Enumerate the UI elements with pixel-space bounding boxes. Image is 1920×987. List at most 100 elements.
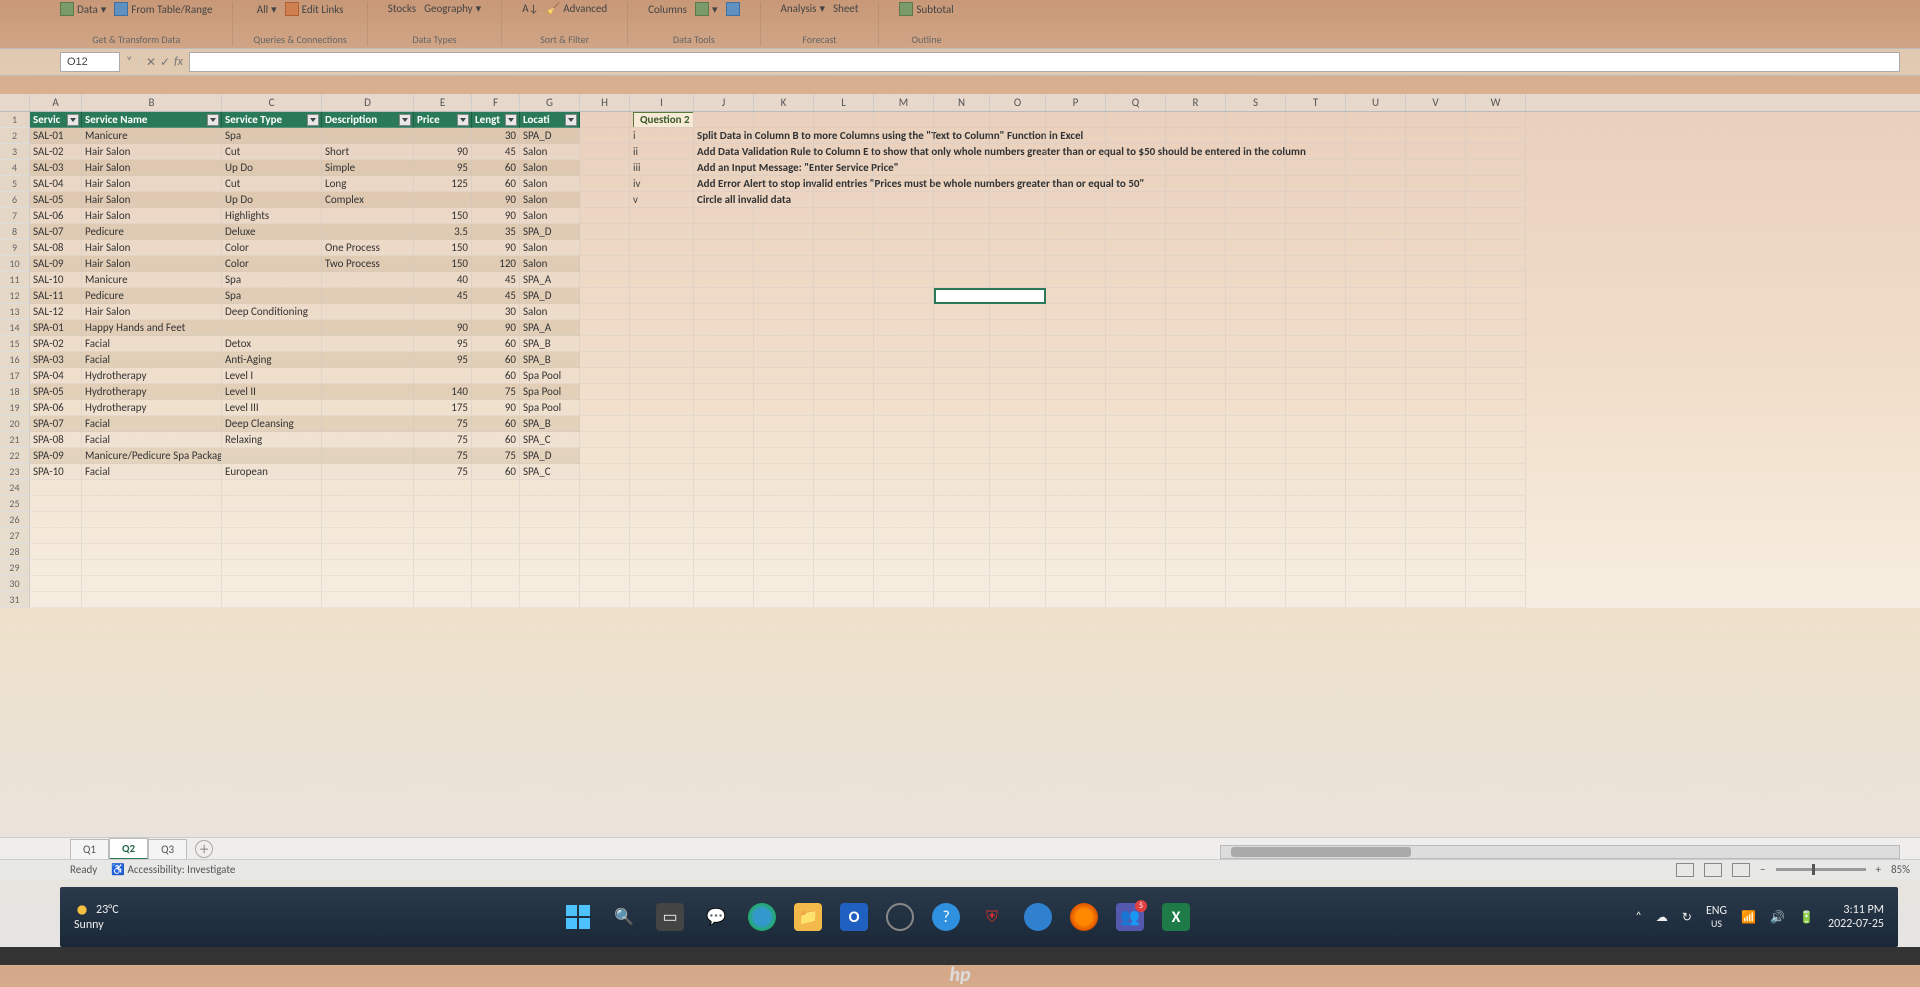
cell[interactable] [1346,240,1406,256]
battery-icon[interactable]: 🔋 [1799,910,1814,925]
cell[interactable] [1166,128,1226,144]
cell[interactable] [694,304,754,320]
cell-D23[interactable] [322,464,414,480]
cell[interactable] [814,208,874,224]
cell[interactable] [934,592,990,608]
cell-C3[interactable]: Cut [222,144,322,160]
cell-B23[interactable]: Facial [82,464,222,480]
cell-E22[interactable]: 75 [414,448,472,464]
cell-B6[interactable]: Hair Salon [82,192,222,208]
cell[interactable] [1406,448,1466,464]
cell[interactable] [222,544,322,560]
cell[interactable] [814,496,874,512]
cell[interactable] [630,448,694,464]
row-header[interactable]: 19 [0,400,30,416]
cell[interactable] [520,544,580,560]
cell[interactable] [1406,288,1466,304]
cell[interactable] [1166,144,1226,160]
hp-icon[interactable] [1024,903,1052,931]
cell[interactable] [630,528,694,544]
table-header-F[interactable]: Lengt [472,112,520,128]
cell-G10[interactable]: Salon [520,256,580,272]
cell[interactable] [1466,240,1526,256]
cell[interactable] [814,528,874,544]
cell[interactable] [1286,112,1346,128]
cell[interactable] [1346,176,1406,192]
cell-C21[interactable]: Relaxing [222,432,322,448]
row-header[interactable]: 8 [0,224,30,240]
cell[interactable] [934,512,990,528]
cell[interactable] [1106,336,1166,352]
cell[interactable] [1166,448,1226,464]
cell-E5[interactable]: 125 [414,176,472,192]
cell[interactable] [322,544,414,560]
geography-button[interactable]: Geography ▾ [424,2,481,15]
taskbar-weather[interactable]: 23°C Sunny [74,902,119,932]
consolidate-button[interactable] [726,2,740,16]
cell-E4[interactable]: 95 [414,160,472,176]
cell[interactable] [1046,240,1106,256]
cell[interactable] [874,464,934,480]
cell[interactable] [1406,256,1466,272]
cell-A21[interactable]: SPA-08 [30,432,82,448]
cell[interactable] [1346,400,1406,416]
cell[interactable] [754,496,814,512]
cell-A12[interactable]: SAL-11 [30,288,82,304]
cell-B22[interactable]: Manicure/Pedicure Spa Package [82,448,222,464]
cell[interactable] [1166,480,1226,496]
cell[interactable] [1226,112,1286,128]
cell-G15[interactable]: SPA_B [520,336,580,352]
cell[interactable] [1406,368,1466,384]
cell-A13[interactable]: SAL-12 [30,304,82,320]
cell-G11[interactable]: SPA_A [520,272,580,288]
col-header-W[interactable]: W [1466,94,1526,111]
cell-E15[interactable]: 95 [414,336,472,352]
cell-A16[interactable]: SPA-03 [30,352,82,368]
cell-B20[interactable]: Facial [82,416,222,432]
cell[interactable] [694,544,754,560]
cell[interactable] [1406,528,1466,544]
cell[interactable] [1466,512,1526,528]
view-normal-icon[interactable] [1676,863,1694,877]
cell[interactable] [1346,496,1406,512]
cell[interactable] [82,480,222,496]
cell[interactable] [1286,272,1346,288]
cell[interactable] [630,256,694,272]
cell[interactable] [414,576,472,592]
cell-E18[interactable]: 140 [414,384,472,400]
cell[interactable] [1166,416,1226,432]
cell[interactable] [580,224,630,240]
cell[interactable] [1286,352,1346,368]
cell[interactable] [322,496,414,512]
cell[interactable] [322,560,414,576]
cell[interactable] [1346,544,1406,560]
accessibility-status[interactable]: ♿ Accessibility: Investigate [111,863,235,876]
cell[interactable] [990,144,1046,160]
row-header[interactable]: 13 [0,304,30,320]
cell-E11[interactable]: 40 [414,272,472,288]
row-header[interactable]: 15 [0,336,30,352]
cell[interactable] [1286,224,1346,240]
cell[interactable] [754,464,814,480]
row-header[interactable]: 23 [0,464,30,480]
cell[interactable] [814,544,874,560]
cell[interactable] [82,560,222,576]
cell[interactable] [1346,224,1406,240]
row-header[interactable]: 16 [0,352,30,368]
cell-G8[interactable]: SPA_D [520,224,580,240]
cell[interactable] [1466,384,1526,400]
cell[interactable] [1046,512,1106,528]
cell-F9[interactable]: 90 [472,240,520,256]
cell[interactable] [874,304,934,320]
cell[interactable] [814,128,874,144]
cell[interactable] [934,544,990,560]
cell-D21[interactable] [322,432,414,448]
data-validation-button[interactable]: ▾ [695,2,718,16]
cell[interactable] [30,512,82,528]
cell[interactable] [1406,384,1466,400]
cell[interactable] [874,480,934,496]
cell[interactable] [814,112,874,128]
app-icon-1[interactable] [886,903,914,931]
cell[interactable] [1466,128,1526,144]
cancel-formula-button[interactable]: ✕ [146,55,156,70]
